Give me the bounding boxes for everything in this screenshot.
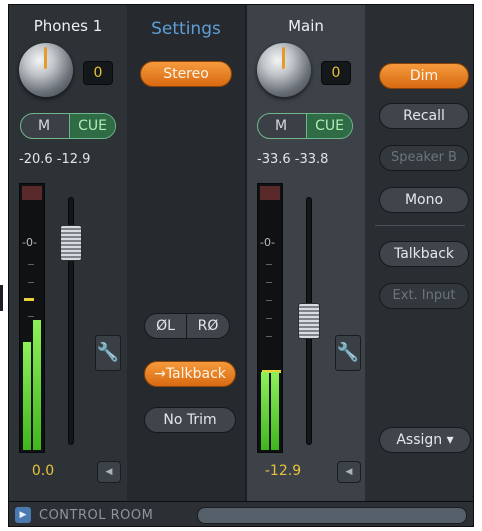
phones-knob-value[interactable]: 0: [83, 61, 113, 85]
control-room-bar: ▶ CONTROL ROOM: [9, 501, 473, 526]
meter-tick: [28, 316, 34, 317]
talkback-button[interactable]: Talkback: [379, 241, 469, 267]
speaker-b-button[interactable]: Speaker B: [379, 145, 469, 171]
main-peak-levels: -33.6 -33.8: [257, 152, 328, 167]
recall-button[interactable]: Recall: [379, 103, 469, 129]
horizontal-scrollbar[interactable]: [197, 507, 467, 524]
control-room-mixer: Phones 1 0 M CUE -20.6 -12.9 -0- 🔧 0.0 ◀…: [8, 4, 474, 527]
meter-tick: [266, 336, 272, 337]
main-mute-cue-toggle: M CUE: [257, 113, 353, 139]
main-level-left: -33.6: [257, 152, 291, 167]
meter-tick: [266, 282, 272, 283]
main-knob-value[interactable]: 0: [321, 61, 351, 85]
meter-tick: [266, 300, 272, 301]
phones-fader-handle[interactable]: [60, 225, 82, 261]
main-cue-button[interactable]: CUE: [306, 114, 352, 138]
phase-invert-left-button[interactable]: ØL: [145, 314, 187, 338]
phones-peak-hold-left: [24, 298, 34, 301]
meter-tick: [28, 282, 34, 283]
clip-indicator: [22, 186, 42, 200]
control-room-expand-button[interactable]: ▶: [15, 507, 31, 523]
main-collapse-button[interactable]: ◀: [337, 461, 361, 483]
phase-invert-right-button[interactable]: RØ: [187, 314, 229, 338]
mono-button[interactable]: Mono: [379, 187, 469, 213]
triangle-right-icon: ▶: [19, 510, 27, 520]
knob-pointer: [44, 47, 47, 69]
main-meter-bar-left: [261, 372, 269, 450]
phones-gain-knob[interactable]: [19, 43, 73, 97]
phones-mute-cue-toggle: M CUE: [20, 113, 116, 139]
settings-title: Settings: [151, 19, 221, 39]
main-gain-value: -12.9: [264, 463, 302, 479]
phones-settings-button[interactable]: 🔧: [95, 335, 121, 371]
phones-meter-bar-left: [23, 342, 31, 450]
meter-tick: [266, 264, 272, 265]
meter-tick: [266, 318, 272, 319]
main-title: Main: [288, 17, 324, 35]
phones-title: Phones 1: [33, 17, 103, 35]
clip-indicator: [260, 186, 280, 200]
main-channel-strip: Main 0 M CUE -33.6 -33.8 -0- 🔧 -12.9 ◀: [247, 5, 365, 501]
phones-collapse-button[interactable]: ◀: [97, 461, 121, 483]
main-level-meter: -0-: [257, 183, 283, 453]
triangle-left-icon: ◀: [345, 467, 353, 477]
triangle-left-icon: ◀: [105, 467, 113, 477]
meter-scale-zero: -0-: [22, 236, 37, 249]
phones-peak-levels: -20.6 -12.9: [19, 152, 90, 167]
phones-gain-value: 0.0: [31, 463, 55, 479]
main-mute-button[interactable]: M: [258, 114, 304, 138]
stereo-button[interactable]: Stereo: [140, 61, 232, 87]
phones-cue-button[interactable]: CUE: [69, 114, 115, 138]
main-fader-handle[interactable]: [298, 303, 320, 339]
window-edge-marker: [0, 285, 3, 311]
wrench-icon: 🔧: [336, 342, 360, 363]
control-room-options: Dim Recall Speaker B Mono Talkback Ext. …: [365, 5, 473, 501]
no-trim-button[interactable]: No Trim: [144, 407, 236, 433]
talkback-routing-button[interactable]: →Talkback: [144, 361, 236, 387]
phones-channel-strip: Phones 1 0 M CUE -20.6 -12.9 -0- 🔧 0.0 ◀: [9, 5, 127, 501]
meter-tick: [28, 264, 34, 265]
ext-input-button[interactable]: Ext. Input: [379, 283, 469, 309]
control-room-label: CONTROL ROOM: [39, 508, 154, 523]
phones-level-meter: -0-: [19, 183, 45, 453]
knob-pointer: [282, 47, 285, 69]
meter-scale-zero: -0-: [260, 236, 275, 249]
phones-level-left: -20.6: [19, 152, 53, 167]
phones-mute-button[interactable]: M: [21, 114, 67, 138]
wrench-icon: 🔧: [96, 342, 120, 363]
main-meter-bar-right: [271, 372, 279, 450]
main-settings-button[interactable]: 🔧: [335, 335, 361, 371]
main-level-right: -33.8: [294, 152, 329, 167]
phones-meter-bar-right: [33, 320, 41, 450]
divider: [375, 225, 465, 226]
dim-button[interactable]: Dim: [379, 63, 469, 89]
main-gain-knob[interactable]: [257, 43, 311, 97]
assign-dropdown[interactable]: Assign ▾: [379, 427, 471, 453]
phase-invert-group: ØL RØ: [144, 313, 230, 339]
settings-strip: Settings Stereo ØL RØ →Talkback No Trim: [127, 5, 245, 501]
phones-level-right: -12.9: [56, 152, 91, 167]
